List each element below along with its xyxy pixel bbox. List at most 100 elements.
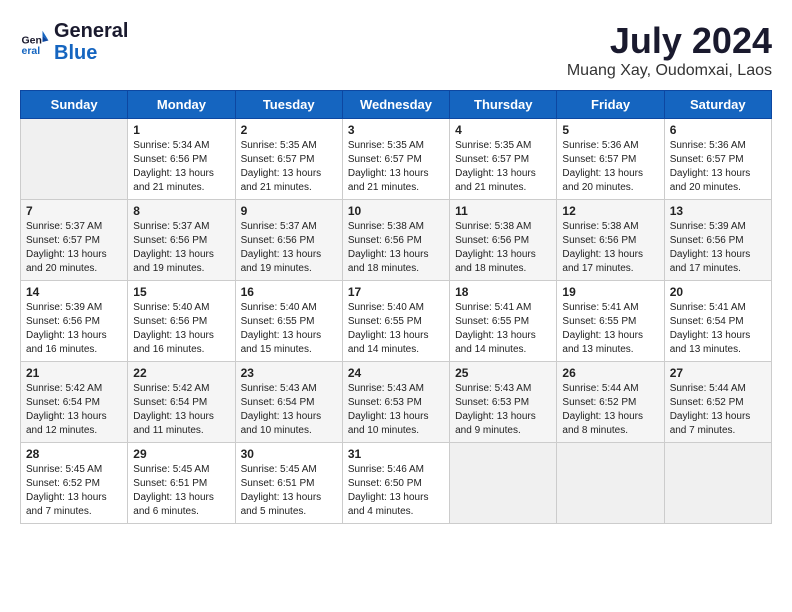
calendar-cell: 29 Sunrise: 5:45 AMSunset: 6:51 PMDaylig… bbox=[128, 443, 235, 524]
day-info: Sunrise: 5:45 AMSunset: 6:52 PMDaylight:… bbox=[26, 463, 122, 519]
calendar-cell: 10 Sunrise: 5:38 AMSunset: 6:56 PMDaylig… bbox=[342, 200, 449, 281]
calendar-cell: 16 Sunrise: 5:40 AMSunset: 6:55 PMDaylig… bbox=[235, 281, 342, 362]
calendar-cell: 6 Sunrise: 5:36 AMSunset: 6:57 PMDayligh… bbox=[664, 119, 771, 200]
calendar-cell: 13 Sunrise: 5:39 AMSunset: 6:56 PMDaylig… bbox=[664, 200, 771, 281]
day-info: Sunrise: 5:46 AMSunset: 6:50 PMDaylight:… bbox=[348, 463, 444, 519]
day-number: 21 bbox=[26, 366, 122, 380]
month-title: July 2024 bbox=[567, 20, 772, 62]
day-number: 5 bbox=[562, 123, 658, 137]
calendar-cell: 24 Sunrise: 5:43 AMSunset: 6:53 PMDaylig… bbox=[342, 362, 449, 443]
day-number: 29 bbox=[133, 447, 229, 461]
day-number: 1 bbox=[133, 123, 229, 137]
calendar-cell: 28 Sunrise: 5:45 AMSunset: 6:52 PMDaylig… bbox=[21, 443, 128, 524]
day-number: 23 bbox=[241, 366, 337, 380]
day-info: Sunrise: 5:39 AMSunset: 6:56 PMDaylight:… bbox=[670, 220, 766, 276]
day-info: Sunrise: 5:44 AMSunset: 6:52 PMDaylight:… bbox=[562, 382, 658, 438]
day-number: 18 bbox=[455, 285, 551, 299]
day-number: 4 bbox=[455, 123, 551, 137]
calendar-cell: 7 Sunrise: 5:37 AMSunset: 6:57 PMDayligh… bbox=[21, 200, 128, 281]
title-block: July 2024 Muang Xay, Oudomxai, Laos bbox=[567, 20, 772, 80]
day-number: 24 bbox=[348, 366, 444, 380]
day-number: 17 bbox=[348, 285, 444, 299]
day-number: 30 bbox=[241, 447, 337, 461]
calendar-table: SundayMondayTuesdayWednesdayThursdayFrid… bbox=[20, 90, 772, 524]
calendar-week-3: 14 Sunrise: 5:39 AMSunset: 6:56 PMDaylig… bbox=[21, 281, 772, 362]
day-info: Sunrise: 5:38 AMSunset: 6:56 PMDaylight:… bbox=[455, 220, 551, 276]
calendar-cell: 12 Sunrise: 5:38 AMSunset: 6:56 PMDaylig… bbox=[557, 200, 664, 281]
day-info: Sunrise: 5:43 AMSunset: 6:53 PMDaylight:… bbox=[348, 382, 444, 438]
calendar-cell: 5 Sunrise: 5:36 AMSunset: 6:57 PMDayligh… bbox=[557, 119, 664, 200]
weekday-header-tuesday: Tuesday bbox=[235, 91, 342, 119]
day-info: Sunrise: 5:38 AMSunset: 6:56 PMDaylight:… bbox=[562, 220, 658, 276]
calendar-cell: 14 Sunrise: 5:39 AMSunset: 6:56 PMDaylig… bbox=[21, 281, 128, 362]
location: Muang Xay, Oudomxai, Laos bbox=[567, 62, 772, 80]
logo-blue-text: Blue bbox=[54, 42, 97, 64]
day-info: Sunrise: 5:45 AMSunset: 6:51 PMDaylight:… bbox=[241, 463, 337, 519]
day-number: 6 bbox=[670, 123, 766, 137]
logo: Gen eral General Blue bbox=[20, 20, 128, 64]
calendar-cell: 4 Sunrise: 5:35 AMSunset: 6:57 PMDayligh… bbox=[450, 119, 557, 200]
weekday-header-row: SundayMondayTuesdayWednesdayThursdayFrid… bbox=[21, 91, 772, 119]
day-info: Sunrise: 5:40 AMSunset: 6:56 PMDaylight:… bbox=[133, 301, 229, 357]
calendar-cell: 18 Sunrise: 5:41 AMSunset: 6:55 PMDaylig… bbox=[450, 281, 557, 362]
day-number: 7 bbox=[26, 204, 122, 218]
day-number: 26 bbox=[562, 366, 658, 380]
calendar-cell: 26 Sunrise: 5:44 AMSunset: 6:52 PMDaylig… bbox=[557, 362, 664, 443]
calendar-cell: 20 Sunrise: 5:41 AMSunset: 6:54 PMDaylig… bbox=[664, 281, 771, 362]
day-number: 22 bbox=[133, 366, 229, 380]
weekday-header-thursday: Thursday bbox=[450, 91, 557, 119]
calendar-cell: 30 Sunrise: 5:45 AMSunset: 6:51 PMDaylig… bbox=[235, 443, 342, 524]
day-info: Sunrise: 5:42 AMSunset: 6:54 PMDaylight:… bbox=[133, 382, 229, 438]
day-info: Sunrise: 5:35 AMSunset: 6:57 PMDaylight:… bbox=[241, 139, 337, 195]
day-number: 10 bbox=[348, 204, 444, 218]
day-number: 13 bbox=[670, 204, 766, 218]
calendar-cell bbox=[557, 443, 664, 524]
svg-text:eral: eral bbox=[22, 45, 41, 57]
day-number: 20 bbox=[670, 285, 766, 299]
day-info: Sunrise: 5:41 AMSunset: 6:55 PMDaylight:… bbox=[562, 301, 658, 357]
calendar-cell: 25 Sunrise: 5:43 AMSunset: 6:53 PMDaylig… bbox=[450, 362, 557, 443]
header: Gen eral General Blue July 2024 Muang Xa… bbox=[20, 20, 772, 80]
calendar-cell: 15 Sunrise: 5:40 AMSunset: 6:56 PMDaylig… bbox=[128, 281, 235, 362]
weekday-header-friday: Friday bbox=[557, 91, 664, 119]
day-number: 15 bbox=[133, 285, 229, 299]
weekday-header-saturday: Saturday bbox=[664, 91, 771, 119]
day-info: Sunrise: 5:37 AMSunset: 6:56 PMDaylight:… bbox=[133, 220, 229, 276]
calendar-cell bbox=[21, 119, 128, 200]
calendar-cell: 22 Sunrise: 5:42 AMSunset: 6:54 PMDaylig… bbox=[128, 362, 235, 443]
day-info: Sunrise: 5:36 AMSunset: 6:57 PMDaylight:… bbox=[670, 139, 766, 195]
day-number: 3 bbox=[348, 123, 444, 137]
calendar-cell: 11 Sunrise: 5:38 AMSunset: 6:56 PMDaylig… bbox=[450, 200, 557, 281]
day-number: 11 bbox=[455, 204, 551, 218]
day-info: Sunrise: 5:40 AMSunset: 6:55 PMDaylight:… bbox=[241, 301, 337, 357]
day-info: Sunrise: 5:42 AMSunset: 6:54 PMDaylight:… bbox=[26, 382, 122, 438]
day-info: Sunrise: 5:43 AMSunset: 6:53 PMDaylight:… bbox=[455, 382, 551, 438]
calendar-cell: 27 Sunrise: 5:44 AMSunset: 6:52 PMDaylig… bbox=[664, 362, 771, 443]
calendar-cell: 2 Sunrise: 5:35 AMSunset: 6:57 PMDayligh… bbox=[235, 119, 342, 200]
day-number: 9 bbox=[241, 204, 337, 218]
day-number: 16 bbox=[241, 285, 337, 299]
day-number: 25 bbox=[455, 366, 551, 380]
weekday-header-sunday: Sunday bbox=[21, 91, 128, 119]
calendar-cell: 1 Sunrise: 5:34 AMSunset: 6:56 PMDayligh… bbox=[128, 119, 235, 200]
calendar-cell bbox=[450, 443, 557, 524]
logo-icon: Gen eral bbox=[20, 27, 50, 57]
day-info: Sunrise: 5:37 AMSunset: 6:56 PMDaylight:… bbox=[241, 220, 337, 276]
day-number: 28 bbox=[26, 447, 122, 461]
day-info: Sunrise: 5:40 AMSunset: 6:55 PMDaylight:… bbox=[348, 301, 444, 357]
day-number: 31 bbox=[348, 447, 444, 461]
day-info: Sunrise: 5:43 AMSunset: 6:54 PMDaylight:… bbox=[241, 382, 337, 438]
calendar-cell: 17 Sunrise: 5:40 AMSunset: 6:55 PMDaylig… bbox=[342, 281, 449, 362]
day-number: 2 bbox=[241, 123, 337, 137]
day-number: 19 bbox=[562, 285, 658, 299]
day-info: Sunrise: 5:34 AMSunset: 6:56 PMDaylight:… bbox=[133, 139, 229, 195]
calendar-cell: 3 Sunrise: 5:35 AMSunset: 6:57 PMDayligh… bbox=[342, 119, 449, 200]
day-info: Sunrise: 5:38 AMSunset: 6:56 PMDaylight:… bbox=[348, 220, 444, 276]
day-number: 27 bbox=[670, 366, 766, 380]
day-number: 14 bbox=[26, 285, 122, 299]
day-info: Sunrise: 5:37 AMSunset: 6:57 PMDaylight:… bbox=[26, 220, 122, 276]
calendar-cell bbox=[664, 443, 771, 524]
calendar-cell: 8 Sunrise: 5:37 AMSunset: 6:56 PMDayligh… bbox=[128, 200, 235, 281]
calendar-week-1: 1 Sunrise: 5:34 AMSunset: 6:56 PMDayligh… bbox=[21, 119, 772, 200]
calendar-cell: 19 Sunrise: 5:41 AMSunset: 6:55 PMDaylig… bbox=[557, 281, 664, 362]
